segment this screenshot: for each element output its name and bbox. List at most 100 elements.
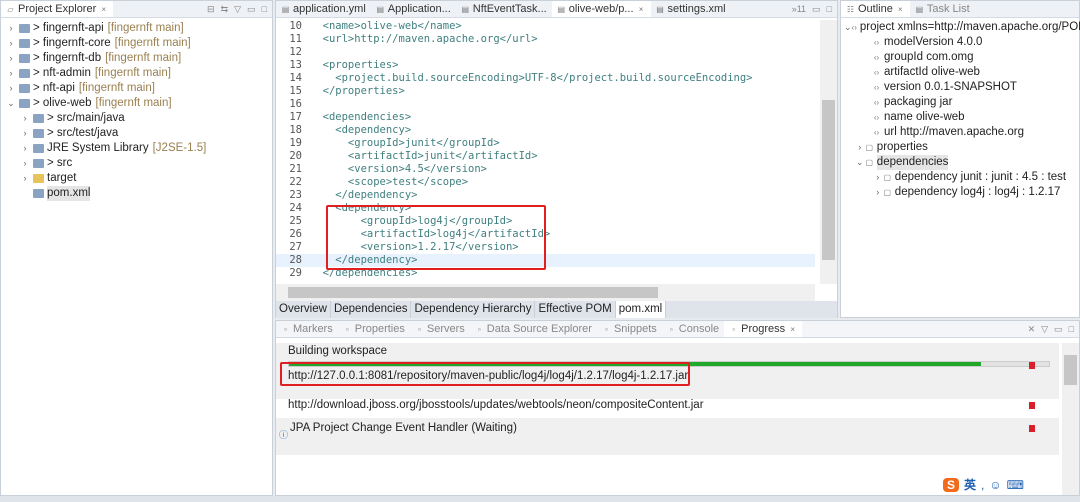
menu-icon[interactable]: ▽ [1041, 324, 1048, 335]
tree-item-label: > fingernft-core [33, 37, 111, 49]
tree-item[interactable]: pom.xml [1, 186, 272, 201]
overflow-tabs[interactable]: »11 [792, 4, 806, 15]
editor-tab[interactable]: ▤ NftEventTask... [456, 1, 552, 17]
close-icon[interactable]: × [896, 5, 905, 14]
cancel-job-button[interactable] [1029, 362, 1035, 369]
view-tab[interactable]: ▫ Data Source Explorer [470, 321, 597, 337]
ime-language-toggle[interactable]: 英 [964, 476, 976, 493]
emoji-icon[interactable]: ☺ [989, 478, 1001, 492]
chevron-right-icon[interactable]: › [6, 36, 16, 51]
editor-subtab[interactable]: pom.xml [615, 301, 667, 318]
keyboard-icon[interactable]: ⌨ [1007, 478, 1024, 492]
outline-item[interactable]: ‹› name olive-web [841, 110, 1079, 125]
outline-item[interactable]: › ▢ dependency log4j : log4j : 1.2.17 [841, 185, 1079, 200]
chevron-right-icon[interactable]: › [20, 126, 30, 141]
cancel-job-button[interactable] [1029, 402, 1035, 409]
outline-item[interactable]: ‹› modelVersion 4.0.0 [841, 35, 1079, 50]
editor-tab[interactable]: ▤ Application... [371, 1, 456, 17]
project-icon [19, 24, 30, 33]
ime-toolbar[interactable]: S 英 , ☺ ⌨ [943, 476, 1024, 493]
chevron-right-icon[interactable]: › [873, 170, 883, 185]
tree-item[interactable]: › > fingernft-api [fingernft main] [1, 21, 272, 36]
editor-subtab[interactable]: Effective POM [535, 301, 616, 318]
tree-item[interactable]: › JRE System Library [J2SE-1.5] [1, 141, 272, 156]
remove-all-icon[interactable]: ✕ [1028, 324, 1036, 335]
chevron-right-icon[interactable]: › [20, 156, 30, 171]
outline-item[interactable]: › ▢ properties [841, 140, 1079, 155]
tree-item[interactable]: › > nft-admin [fingernft main] [1, 66, 272, 81]
tree-item[interactable]: › > src/test/java [1, 126, 272, 141]
view-tab[interactable]: ▫ Console [662, 321, 724, 337]
outline-item[interactable]: ‹› groupId com.omg [841, 50, 1079, 65]
maximize-icon[interactable]: □ [827, 4, 832, 15]
minimize-icon[interactable]: ▭ [1054, 324, 1063, 335]
chevron-right-icon[interactable]: › [6, 81, 16, 96]
tree-item[interactable]: › > fingernft-db [fingernft main] [1, 51, 272, 66]
line-number: 28 [289, 254, 302, 266]
minimize-icon[interactable]: ▭ [812, 4, 821, 15]
editor-tab[interactable]: ▤ application.yml [276, 1, 371, 17]
tree-item[interactable]: › > fingernft-core [fingernft main] [1, 36, 272, 51]
editor-subtab[interactable]: Dependencies [331, 301, 412, 318]
link-icon[interactable]: ⇆ [221, 4, 229, 15]
chevron-down-icon[interactable]: ⌄ [844, 20, 852, 35]
view-tab[interactable]: ▫ Markers [276, 321, 338, 337]
editor-subtab[interactable]: Overview [276, 301, 331, 318]
file-icon: ▤ [281, 4, 290, 14]
package-icon [33, 159, 44, 168]
menu-icon[interactable]: ▽ [234, 4, 241, 15]
close-icon[interactable]: × [637, 5, 646, 14]
editor-tab[interactable]: ▤ olive-web/p... × [551, 1, 651, 17]
chevron-right-icon[interactable]: › [6, 21, 16, 36]
chevron-right-icon[interactable]: › [20, 171, 30, 186]
minimize-icon[interactable]: ▭ [247, 4, 256, 15]
outline-item[interactable]: ‹› artifactId olive-web [841, 65, 1079, 80]
element-icon: ▢ [883, 188, 892, 197]
vertical-scrollbar[interactable] [820, 20, 837, 284]
chevron-right-icon[interactable]: › [855, 140, 865, 155]
tree-item[interactable]: › target [1, 171, 272, 186]
tree-item[interactable]: › > src [1, 156, 272, 171]
tree-item[interactable]: › > src/main/java [1, 111, 272, 126]
tree-item-label: target [47, 172, 77, 184]
close-icon[interactable]: × [788, 325, 797, 334]
punctuation-icon[interactable]: , [981, 478, 984, 492]
code-line: 16 [276, 98, 815, 111]
code-text: <project.build.sourceEncoding>UTF-8</pro… [310, 72, 753, 84]
tree-item[interactable]: ⌄ > olive-web [fingernft main] [1, 96, 272, 111]
editor-subtab[interactable]: Dependency Hierarchy [411, 301, 536, 318]
outline-item[interactable]: ‹› url http://maven.apache.org [841, 125, 1079, 140]
outline-item[interactable]: ‹› packaging jar [841, 95, 1079, 110]
outline-item[interactable]: ‹› version 0.0.1-SNAPSHOT [841, 80, 1079, 95]
tree-item[interactable]: › > nft-api [fingernft main] [1, 81, 272, 96]
view-tab[interactable]: ▫ Snippets [597, 321, 662, 337]
tab-task-list[interactable]: ▤ Task List [910, 1, 975, 17]
chevron-right-icon[interactable]: › [6, 51, 16, 66]
outline-item[interactable]: › ▢ dependency junit : junit : 4.5 : test [841, 170, 1079, 185]
code-line: 20 <artifactId>junit</artifactId> [276, 150, 815, 163]
maximize-icon[interactable]: □ [262, 4, 267, 15]
view-tab[interactable]: ▫ Properties [338, 321, 410, 337]
outline-view: ☷ Outline × ▤ Task List ⌄ ‹› project xmlns=htt… [840, 0, 1080, 318]
chevron-right-icon[interactable]: › [20, 111, 30, 126]
chevron-right-icon[interactable]: › [873, 185, 883, 200]
chevron-right-icon[interactable]: › [6, 66, 16, 81]
horizontal-scrollbar[interactable] [276, 284, 815, 301]
vertical-scrollbar[interactable] [1062, 343, 1079, 495]
editor-tab[interactable]: ▤ settings.xml [651, 1, 731, 17]
collapse-all-icon[interactable]: ⊟ [207, 4, 215, 15]
tab-outline[interactable]: ☷ Outline × [841, 1, 910, 17]
line-number: 23 [289, 189, 302, 201]
tab-project-explorer[interactable]: ▱ Project Explorer × [1, 1, 114, 17]
chevron-right-icon[interactable]: › [20, 141, 30, 156]
view-tab[interactable]: ▫ Progress × [724, 321, 803, 337]
outline-item[interactable]: ⌄ ‹› project xmlns=http://maven.apache.org… [841, 20, 1080, 35]
code-line: 15 </properties> [276, 85, 815, 98]
maximize-icon[interactable]: □ [1069, 324, 1074, 335]
view-tab[interactable]: ▫ Servers [410, 321, 470, 337]
outline-item[interactable]: ⌄ ▢ dependencies [841, 155, 1079, 170]
cancel-job-button[interactable] [1029, 425, 1035, 432]
chevron-down-icon[interactable]: ⌄ [6, 96, 16, 111]
chevron-down-icon[interactable]: ⌄ [855, 155, 865, 170]
close-icon[interactable]: × [99, 5, 108, 14]
